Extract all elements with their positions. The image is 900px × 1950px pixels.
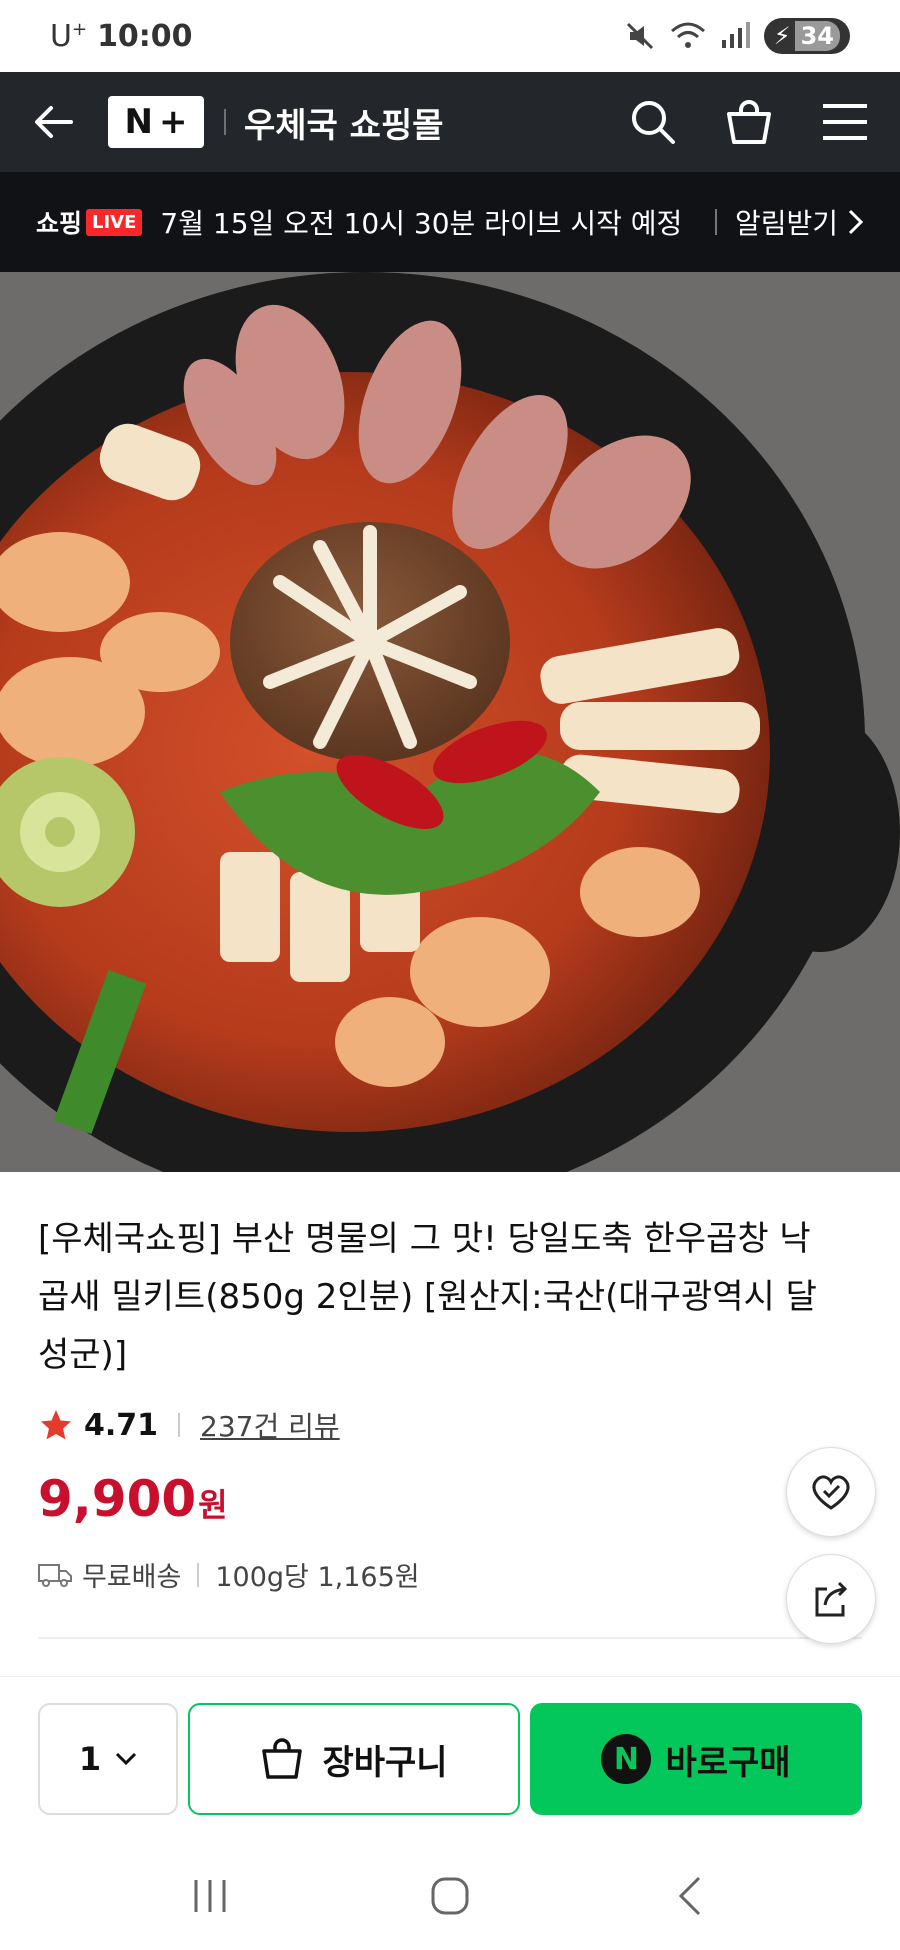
live-banner[interactable]: 쇼핑 LIVE 7월 15일 오전 10시 30분 라이브 시작 예정 알림받기 (0, 172, 900, 272)
battery-indicator: ⚡ 34 (763, 18, 850, 54)
quantity-value: 1 (78, 1740, 102, 1778)
recent-apps-button[interactable] (170, 1866, 250, 1926)
price: 9,900 원 (38, 1470, 228, 1528)
mute-icon (626, 22, 653, 50)
logo-plus: + (158, 102, 188, 142)
app-header: N + 우체국 쇼핑몰 (0, 72, 900, 172)
quantity-select[interactable]: 1 (38, 1703, 178, 1815)
store-logo[interactable]: N + (108, 96, 204, 148)
recent-apps-icon (194, 1880, 226, 1912)
share-button[interactable] (786, 1554, 876, 1644)
logo-divider (224, 109, 226, 135)
rating-row: 4.71 237건 리뷰 (38, 1405, 340, 1445)
banner-divider (714, 209, 717, 235)
home-icon (431, 1877, 469, 1915)
status-bar: U+ 10:00 ⚡ 34 (0, 0, 900, 72)
buy-now-button[interactable]: N 바로구매 (530, 1703, 862, 1815)
notify-button[interactable]: 알림받기 (735, 202, 864, 242)
status-time: 10:00 (97, 18, 193, 54)
food-illustration (0, 272, 900, 1172)
logo-n: N (124, 102, 153, 142)
battery-level: 34 (794, 21, 840, 51)
cart-icon (727, 100, 771, 144)
wishlist-button[interactable] (786, 1447, 876, 1537)
rating-score: 4.71 (84, 1407, 159, 1443)
add-to-cart-button[interactable]: 장바구니 (188, 1703, 520, 1815)
heart-check-icon (812, 1475, 850, 1510)
back-arrow-icon (35, 106, 73, 138)
live-schedule-text: 7월 15일 오전 10시 30분 라이브 시작 예정 (160, 207, 683, 240)
truck-icon (38, 1563, 72, 1587)
search-button[interactable] (628, 97, 678, 147)
system-nav-bar (0, 1842, 900, 1950)
back-button[interactable] (30, 97, 80, 147)
chevron-down-icon (116, 1752, 137, 1766)
search-icon (632, 101, 675, 144)
review-link[interactable]: 237건 리뷰 (200, 1405, 340, 1445)
product-title: [우체국쇼핑] 부산 명물의 그 맛! 당일도축 한우곱창 낙곱새 밀키트(85… (38, 1219, 817, 1375)
signal-icon (721, 22, 750, 48)
rating-divider (178, 1413, 181, 1437)
cart-label: 장바구니 (322, 1742, 448, 1783)
price-unit: 원 (198, 1486, 228, 1524)
shipping-divider (197, 1562, 200, 1587)
home-button[interactable] (410, 1866, 490, 1926)
carrier-label: U+ (50, 18, 88, 54)
product-image[interactable] (0, 272, 900, 1172)
section-divider (38, 1637, 862, 1639)
naver-pay-icon: N (601, 1734, 652, 1784)
purchase-action-bar: 1 장바구니 N 바로구매 (0, 1676, 900, 1842)
store-name[interactable]: 우체국 쇼핑몰 (244, 98, 628, 147)
shopping-live-badge: 쇼핑 LIVE (36, 204, 143, 240)
star-icon (41, 1410, 71, 1440)
chevron-right-icon (848, 209, 864, 235)
share-icon (815, 1581, 848, 1617)
menu-icon (823, 104, 867, 140)
price-amount: 9,900 (38, 1470, 197, 1528)
shipping-info: 무료배송 100g당 1,165원 (38, 1555, 420, 1594)
charging-icon: ⚡ (773, 22, 791, 50)
menu-button[interactable] (820, 97, 870, 147)
unit-price: 100g당 1,165원 (215, 1562, 420, 1593)
back-icon (678, 1876, 701, 1916)
shopping-bag-icon (262, 1738, 303, 1779)
cart-button[interactable] (724, 97, 774, 147)
system-back-button[interactable] (650, 1866, 730, 1926)
buy-label: 바로구매 (665, 1742, 791, 1783)
shipping-label: 무료배송 (82, 1562, 182, 1593)
wifi-icon (670, 22, 705, 48)
